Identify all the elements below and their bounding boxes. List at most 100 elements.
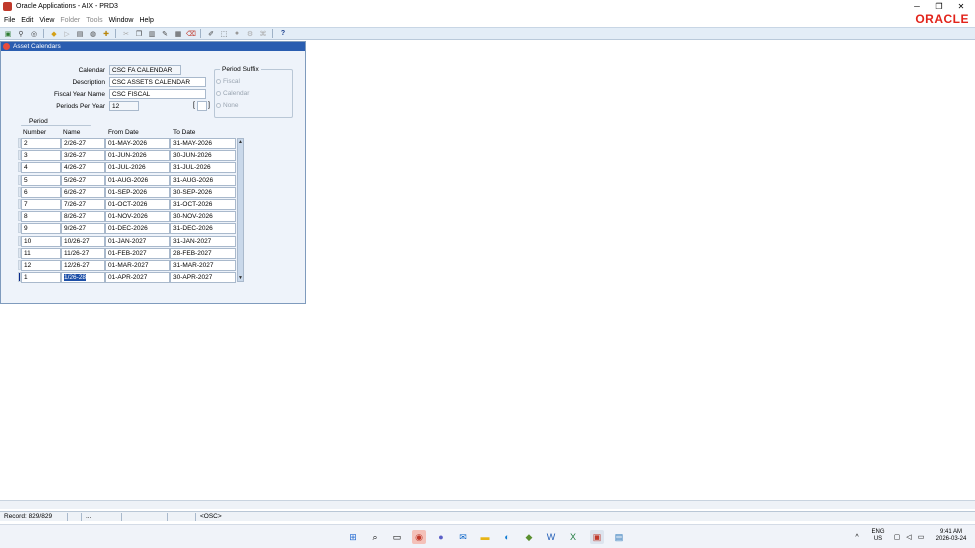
chrome-icon[interactable]: ◉ <box>412 530 426 544</box>
period-name-cell[interactable]: 9/26-27 <box>61 223 105 234</box>
period-name-cell[interactable]: 7/26-27 <box>61 199 105 210</box>
word-icon[interactable]: W <box>544 530 558 544</box>
menu-file[interactable]: File <box>4 17 15 24</box>
period-to-date-cell[interactable]: 31-AUG-2026 <box>170 175 236 186</box>
file-explorer-icon[interactable]: ▬ <box>478 530 492 544</box>
period-from-date-cell[interactable]: 01-OCT-2026 <box>105 199 170 210</box>
period-number-cell[interactable]: 2 <box>21 138 61 149</box>
menu-view[interactable]: View <box>39 17 54 24</box>
next-step-icon[interactable]: ▷ <box>62 29 72 39</box>
period-to-date-cell[interactable]: 31-JAN-2027 <box>170 236 236 247</box>
globe-icon[interactable]: ● <box>232 29 242 39</box>
period-name-cell[interactable]: 1/26-28 <box>61 272 105 283</box>
paste-icon[interactable]: ▥ <box>147 29 157 39</box>
clock[interactable]: 9:41 AM 2026-03-24 <box>930 529 972 543</box>
period-to-date-cell[interactable]: 30-JUN-2026 <box>170 150 236 161</box>
radio-calendar[interactable]: Calendar <box>216 90 249 97</box>
calendar-field[interactable]: CSC FA CALENDAR <box>109 65 181 75</box>
new-record-icon[interactable]: ✚ <box>101 29 111 39</box>
description-field[interactable]: CSC ASSETS CALENDAR <box>109 77 206 87</box>
edge-icon[interactable]: ◐ <box>500 530 514 544</box>
excel-icon[interactable]: X <box>566 530 580 544</box>
scroll-up-arrow-icon[interactable]: ▲ <box>238 139 243 145</box>
period-from-date-cell[interactable]: 01-SEP-2026 <box>105 187 170 198</box>
find-icon[interactable]: ⚲ <box>16 29 26 39</box>
period-to-date-cell[interactable]: 31-MAY-2026 <box>170 138 236 149</box>
period-number-cell[interactable]: 6 <box>21 187 61 198</box>
folder-icon[interactable]: ▦ <box>173 29 183 39</box>
oracle-forms-icon[interactable]: ▣ <box>590 530 604 544</box>
menu-window[interactable]: Window <box>109 17 134 24</box>
period-name-cell[interactable]: 11/26-27 <box>61 248 105 259</box>
tools-icon[interactable]: ⚙ <box>245 29 255 39</box>
period-name-cell[interactable]: 6/26-27 <box>61 187 105 198</box>
period-number-cell[interactable]: 1 <box>21 272 61 283</box>
period-from-date-cell[interactable]: 01-AUG-2026 <box>105 175 170 186</box>
radio-fiscal[interactable]: Fiscal <box>216 78 240 85</box>
period-to-date-cell[interactable]: 30-SEP-2026 <box>170 187 236 198</box>
copy-icon[interactable]: ❐ <box>134 29 144 39</box>
period-from-date-cell[interactable]: 01-JAN-2027 <box>105 236 170 247</box>
teams-icon[interactable]: ● <box>434 530 448 544</box>
period-to-date-cell[interactable]: 30-APR-2027 <box>170 272 236 283</box>
period-from-date-cell[interactable]: 01-MAR-2027 <box>105 260 170 271</box>
period-number-cell[interactable]: 4 <box>21 162 61 173</box>
period-from-date-cell[interactable]: 01-APR-2027 <box>105 272 170 283</box>
scroll-down-arrow-icon[interactable]: ▼ <box>238 275 243 281</box>
period-number-cell[interactable]: 12 <box>21 260 61 271</box>
new-icon[interactable]: ▣ <box>3 29 13 39</box>
period-to-date-cell[interactable]: 31-JUL-2026 <box>170 162 236 173</box>
language-indicator[interactable]: ENG US <box>868 529 888 543</box>
print-icon[interactable]: ▤ <box>75 29 85 39</box>
zoom-icon[interactable]: ✐ <box>206 29 216 39</box>
period-from-date-cell[interactable]: 01-DEC-2026 <box>105 223 170 234</box>
period-from-date-cell[interactable]: 01-JUN-2026 <box>105 150 170 161</box>
radio-none[interactable]: None <box>216 102 239 109</box>
period-from-date-cell[interactable]: 01-JUL-2026 <box>105 162 170 173</box>
save-icon[interactable]: ◆ <box>49 29 59 39</box>
period-to-date-cell[interactable]: 28-FEB-2027 <box>170 248 236 259</box>
notepad-icon[interactable]: ▤ <box>612 530 626 544</box>
translations-icon[interactable]: ⬚ <box>219 29 229 39</box>
descriptive-flexfield[interactable] <box>197 101 207 111</box>
period-name-cell[interactable]: 10/26-27 <box>61 236 105 247</box>
task-view-icon[interactable]: ▭ <box>390 530 404 544</box>
period-from-date-cell[interactable]: 01-NOV-2026 <box>105 211 170 222</box>
period-name-cell[interactable]: 8/26-27 <box>61 211 105 222</box>
period-from-date-cell[interactable]: 01-MAY-2026 <box>105 138 170 149</box>
period-number-cell[interactable]: 10 <box>21 236 61 247</box>
period-to-date-cell[interactable]: 31-MAR-2027 <box>170 260 236 271</box>
period-table-scrollbar[interactable]: ▲ ▼ <box>237 138 244 282</box>
show-hidden-icons-chevron[interactable]: ^ <box>850 530 864 544</box>
period-number-cell[interactable]: 9 <box>21 223 61 234</box>
period-to-date-cell[interactable]: 30-NOV-2026 <box>170 211 236 222</box>
battery-icon[interactable]: ▭ <box>914 530 928 544</box>
period-to-date-cell[interactable]: 31-DEC-2026 <box>170 223 236 234</box>
attachments-icon[interactable]: ⌫ <box>186 29 196 39</box>
period-name-cell[interactable]: 4/26-27 <box>61 162 105 173</box>
menu-edit[interactable]: Edit <box>21 17 33 24</box>
period-name-cell[interactable]: 2/26-27 <box>61 138 105 149</box>
fiscal-year-name-field[interactable]: CSC FISCAL <box>109 89 206 99</box>
show-navigator-icon[interactable]: ◎ <box>29 29 39 39</box>
outlook-icon[interactable]: ✉ <box>456 530 470 544</box>
periods-per-year-field[interactable]: 12 <box>109 101 139 111</box>
link-icon[interactable]: ⌘ <box>258 29 268 39</box>
close-form-icon[interactable]: ◍ <box>88 29 98 39</box>
period-number-cell[interactable]: 7 <box>21 199 61 210</box>
period-number-cell[interactable]: 8 <box>21 211 61 222</box>
android-icon[interactable]: ◆ <box>522 530 536 544</box>
search-icon[interactable]: ⌕ <box>368 530 382 544</box>
period-name-cell[interactable]: 12/26-27 <box>61 260 105 271</box>
period-number-cell[interactable]: 5 <box>21 175 61 186</box>
period-number-cell[interactable]: 11 <box>21 248 61 259</box>
period-number-cell[interactable]: 3 <box>21 150 61 161</box>
menu-tools[interactable]: Tools <box>86 17 102 24</box>
help-icon[interactable]: ? <box>278 29 288 39</box>
period-name-cell[interactable]: 5/26-27 <box>61 175 105 186</box>
workspace-horizontal-scrollbar[interactable] <box>0 500 975 509</box>
start-icon[interactable]: ⊞ <box>346 530 360 544</box>
period-to-date-cell[interactable]: 31-OCT-2026 <box>170 199 236 210</box>
period-name-cell[interactable]: 3/26-27 <box>61 150 105 161</box>
period-from-date-cell[interactable]: 01-FEB-2027 <box>105 248 170 259</box>
